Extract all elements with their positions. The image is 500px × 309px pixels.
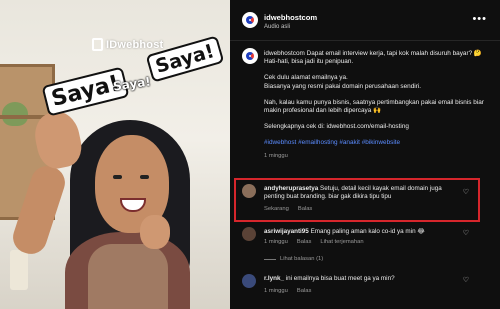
lamp xyxy=(10,250,28,290)
reply-button[interactable]: Balas xyxy=(297,239,312,245)
comment-time: 1 minggu xyxy=(264,288,288,294)
account-avatar[interactable] xyxy=(242,12,258,28)
hashtags[interactable]: #idwebhost #emailhosting #anakit #bikinw… xyxy=(264,139,486,147)
comment-meta: 1 minggu Balas xyxy=(264,288,311,294)
audio-label[interactable]: Audio asli xyxy=(264,24,290,30)
like-heart-icon[interactable]: ♡ xyxy=(463,276,469,284)
comment-body: ini emailnya bisa buat meet ga ya min? xyxy=(285,275,395,282)
caption-line: idwebhostcom Dapat email interview kerja… xyxy=(264,50,482,57)
eye xyxy=(140,175,149,179)
comment-body: Emang paling aman kalo co-id ya min 😂 xyxy=(310,228,425,235)
highlight-box xyxy=(234,178,480,222)
person-vest xyxy=(88,244,168,309)
comment-text: r.lynk_ ini emailnya bisa buat meet ga y… xyxy=(264,275,460,283)
post-details-panel: idwebhostcom Audio asli ••• idwebhostcom… xyxy=(230,0,500,309)
holding-hand xyxy=(140,215,170,249)
comment-meta: 1 minggu Balas Lihat terjemahan xyxy=(264,239,364,245)
idwebhost-logo-icon xyxy=(246,16,254,24)
commenter-avatar[interactable] xyxy=(242,227,256,241)
reply-line-divider xyxy=(264,258,276,260)
idwebhost-logo-icon xyxy=(246,52,254,60)
account-username[interactable]: idwebhostcom xyxy=(264,13,317,22)
reply-button[interactable]: Balas xyxy=(297,288,312,294)
brand-watermark: IDwebhost xyxy=(92,38,163,51)
comment-username[interactable]: r.lynk_ xyxy=(264,275,284,282)
view-replies[interactable]: Lihat balasan (1) xyxy=(264,256,323,262)
caption-avatar[interactable] xyxy=(242,48,258,64)
comment-username[interactable]: asriwijayanti95 xyxy=(264,228,309,235)
caption-line: Hati-hati, bisa jadi itu penipuan. xyxy=(264,58,354,66)
brand-logo-icon xyxy=(92,38,103,51)
caption-line: Nah, kalau kamu punya bisnis, saatnya pe… xyxy=(264,98,484,115)
brand-text: IDwebhost xyxy=(106,38,164,51)
more-options-icon[interactable]: ••• xyxy=(472,13,487,25)
comment-text: asriwijayanti95 Emang paling aman kalo c… xyxy=(264,228,460,236)
post-media[interactable]: IDwebhost Saya! Saya! Saya! xyxy=(0,0,230,309)
eye xyxy=(113,175,122,179)
post-time: 1 minggu xyxy=(264,152,288,159)
caption-line: Biasanya yang resmi pakai domain perusah… xyxy=(264,82,422,90)
caption-line: Cek dulu alamat emailnya ya. xyxy=(264,74,348,82)
like-heart-icon[interactable]: ♡ xyxy=(463,229,469,237)
post-header: idwebhostcom Audio asli ••• xyxy=(230,0,500,41)
translate-button[interactable]: Lihat terjemahan xyxy=(320,239,363,245)
view-replies-label[interactable]: Lihat balasan (1) xyxy=(280,256,323,262)
comment-time: 1 minggu xyxy=(264,239,288,245)
caption-line: Selengkapnya cek di: idwebhost.com/email… xyxy=(264,123,409,131)
commenter-avatar[interactable] xyxy=(242,274,256,288)
post-caption: idwebhostcom Dapat email interview kerja… xyxy=(264,50,486,160)
